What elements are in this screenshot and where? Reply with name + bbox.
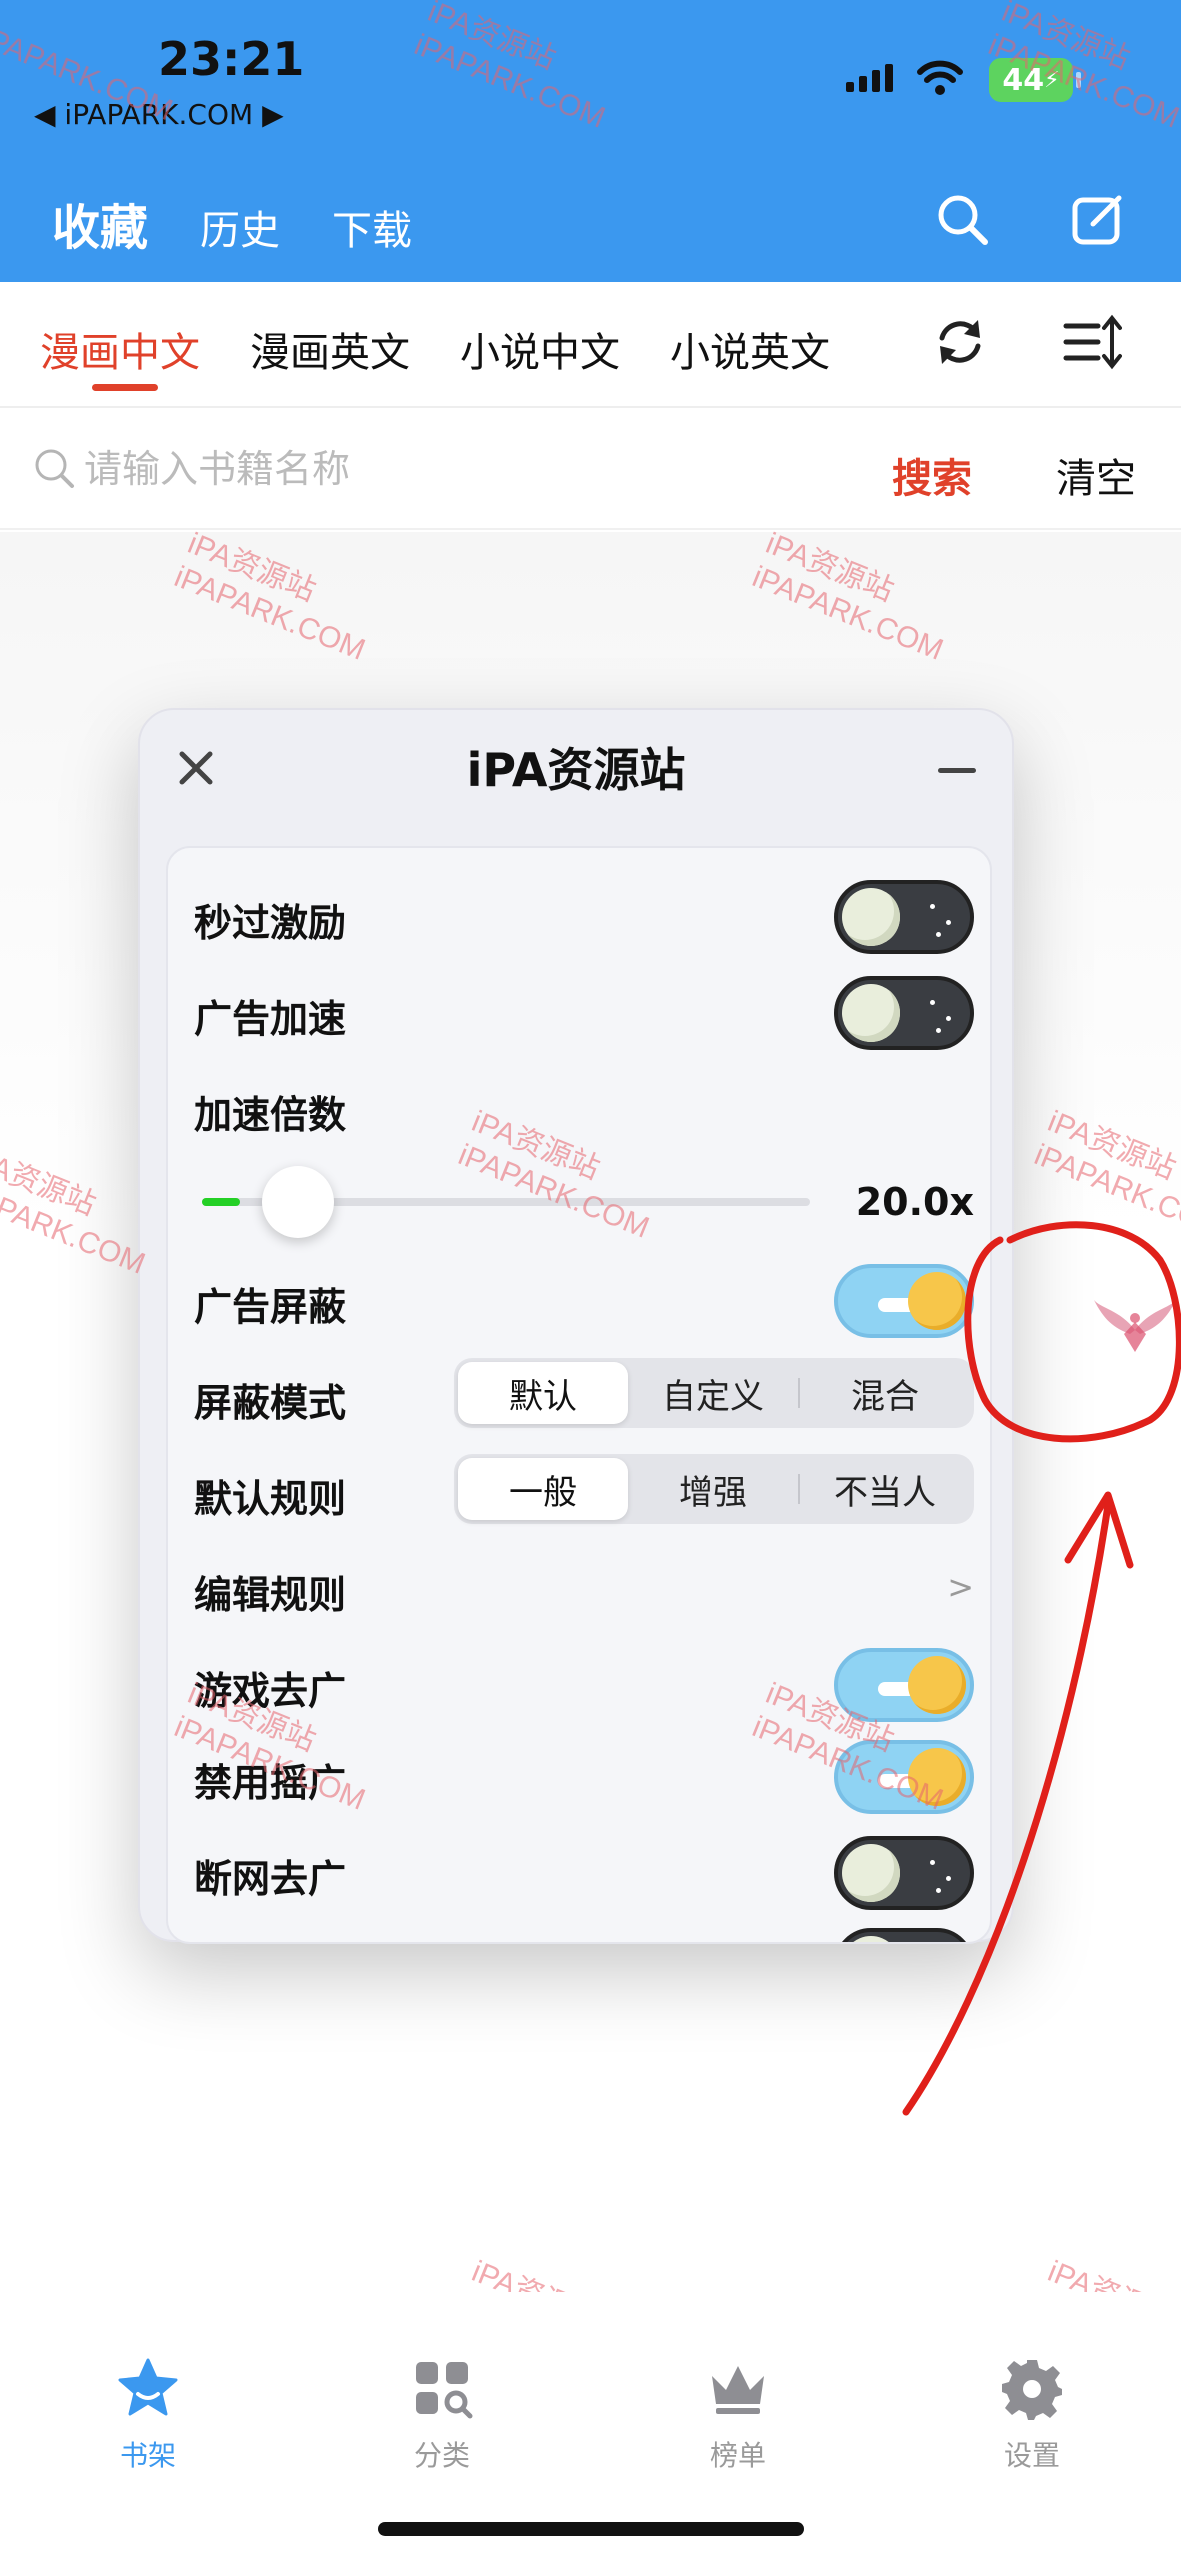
setting-label: 广告加速 <box>194 997 347 1041</box>
setting-label: 游戏去广 <box>194 1669 347 1713</box>
setting-label: 默认规则 <box>194 1477 347 1521</box>
header-tabs: 收藏 历史 下载 <box>52 188 412 258</box>
partial-toggle[interactable] <box>834 1928 974 1942</box>
setting-row-speed-multiplier: 加速倍数 <box>194 1066 974 1146</box>
skip-reward-toggle[interactable] <box>834 880 974 954</box>
segment-default[interactable]: 默认 <box>458 1362 628 1424</box>
search-icon <box>35 449 74 488</box>
category-tab-bar: 漫画中文 漫画英文 小说中文 小说英文 <box>0 282 1181 408</box>
chevron-right-icon: > <box>947 1568 974 1606</box>
floating-logo-icon[interactable] <box>1090 1290 1180 1370</box>
segment-mixed[interactable]: 混合 <box>800 1362 970 1424</box>
speed-slider-thumb[interactable] <box>262 1166 335 1238</box>
setting-row-game-ad-remove: 游戏去广 <box>194 1642 974 1722</box>
search-icon <box>938 195 988 245</box>
segment-enhanced[interactable]: 增强 <box>628 1458 798 1520</box>
setting-label: 加速倍数 <box>194 1093 347 1137</box>
setting-row-block-mode: 屏蔽模式 默认 自定义 混合 <box>194 1354 974 1434</box>
setting-label: 断网去广 <box>194 1857 347 1901</box>
ad-block-toggle[interactable] <box>834 1264 974 1338</box>
refresh-icon[interactable] <box>930 312 990 372</box>
cellular-signal-icon <box>846 64 893 92</box>
setting-label: 秒过激励 <box>194 901 347 945</box>
nav-item-ranking[interactable]: 榜单 <box>658 2356 818 2474</box>
search-button[interactable]: 搜索 <box>892 446 972 504</box>
category-tab-comic-cn[interactable]: 漫画中文 <box>40 320 200 378</box>
setting-label: 编辑规则 <box>194 1573 347 1617</box>
segment-custom[interactable]: 自定义 <box>628 1362 798 1424</box>
offline-ad-remove-toggle[interactable] <box>834 1836 974 1910</box>
active-tab-indicator <box>92 384 158 391</box>
disable-shake-ad-toggle[interactable] <box>834 1740 974 1814</box>
tab-history[interactable]: 历史 <box>200 198 280 256</box>
category-tab-comic-en[interactable]: 漫画英文 <box>250 320 410 378</box>
speed-slider-row: 20.0x <box>194 1160 974 1240</box>
segment-normal[interactable]: 一般 <box>458 1458 628 1520</box>
nav-item-bookshelf[interactable]: 书架 <box>68 2356 228 2474</box>
bottom-tab-bar: 书架 分类 榜单 设置 <box>0 2292 1181 2560</box>
ad-speedup-toggle[interactable] <box>834 976 974 1050</box>
search-bar: 搜索 清空 <box>0 410 1181 530</box>
nav-item-category[interactable]: 分类 <box>362 2356 522 2474</box>
panel-settings-list: 秒过激励 广告加速 加速倍数 20.0x 广告屏蔽 屏蔽模式 默认 自定义 混合… <box>166 846 992 1944</box>
edit-icon <box>1072 195 1122 245</box>
block-mode-segmented-control: 默认 自定义 混合 <box>454 1358 974 1428</box>
header-actions <box>935 192 1125 246</box>
setting-row-partial <box>194 1922 974 1942</box>
panel-title: iPA资源站 <box>466 743 686 797</box>
status-time: 23:21 <box>158 32 305 86</box>
clear-button[interactable]: 清空 <box>1056 446 1136 504</box>
battery-level: 44 <box>1002 62 1045 98</box>
back-to-app-link[interactable]: ◀ iPAPARK.COM ▶ <box>34 98 284 131</box>
category-icon <box>416 2362 473 2419</box>
tweak-settings-panel: iPA资源站 秒过激励 广告加速 加速倍数 20.0x 广告屏蔽 屏蔽模式 默认… <box>138 708 1014 1944</box>
sort-icon[interactable] <box>1062 312 1122 372</box>
status-icons <box>846 60 963 96</box>
speed-value: 20.0x <box>855 1180 974 1224</box>
app-header: 23:21 ◀ iPAPARK.COM ▶ 44 ⚡ 收藏 历史 下载 <box>0 0 1181 282</box>
speed-slider-fill <box>202 1198 241 1206</box>
setting-row-ad-speedup: 广告加速 <box>194 970 974 1050</box>
setting-label: 屏蔽模式 <box>194 1381 347 1425</box>
minimize-button[interactable] <box>938 768 976 773</box>
crown-icon <box>712 2366 764 2414</box>
nav-label: 分类 <box>413 2439 470 2472</box>
nav-label: 书架 <box>119 2439 176 2472</box>
category-tab-novel-en[interactable]: 小说英文 <box>670 320 830 378</box>
tab-downloads[interactable]: 下载 <box>332 198 412 256</box>
nav-label: 榜单 <box>709 2439 766 2472</box>
tab-favorites[interactable]: 收藏 <box>52 188 148 258</box>
header-search-button[interactable] <box>935 192 989 246</box>
nav-label: 设置 <box>1003 2439 1060 2472</box>
battery-icon: 44 ⚡ <box>989 58 1081 102</box>
setting-row-offline-ad-remove: 断网去广 <box>194 1830 974 1910</box>
segment-extreme[interactable]: 不当人 <box>800 1458 970 1520</box>
setting-row-disable-shake-ad: 禁用摇广 <box>194 1734 974 1814</box>
setting-label: 禁用摇广 <box>194 1761 347 1805</box>
header-edit-button[interactable] <box>1071 192 1125 246</box>
speed-slider[interactable] <box>202 1166 810 1238</box>
book-search-input[interactable] <box>84 436 784 502</box>
gear-icon <box>1002 2360 1062 2420</box>
setting-row-ad-block: 广告屏蔽 <box>194 1258 974 1338</box>
nav-item-settings[interactable]: 设置 <box>952 2356 1112 2474</box>
home-indicator <box>378 2522 804 2536</box>
setting-row-edit-rules[interactable]: 编辑规则 > <box>194 1546 974 1626</box>
wifi-icon <box>917 60 963 95</box>
default-rule-segmented-control: 一般 增强 不当人 <box>454 1454 974 1524</box>
star-icon <box>118 2358 178 2416</box>
category-tab-novel-cn[interactable]: 小说中文 <box>460 320 620 378</box>
setting-row-skip-reward: 秒过激励 <box>194 874 974 954</box>
game-ad-remove-toggle[interactable] <box>834 1648 974 1722</box>
setting-label: 广告屏蔽 <box>194 1285 347 1329</box>
setting-row-default-rule: 默认规则 一般 增强 不当人 <box>194 1450 974 1530</box>
